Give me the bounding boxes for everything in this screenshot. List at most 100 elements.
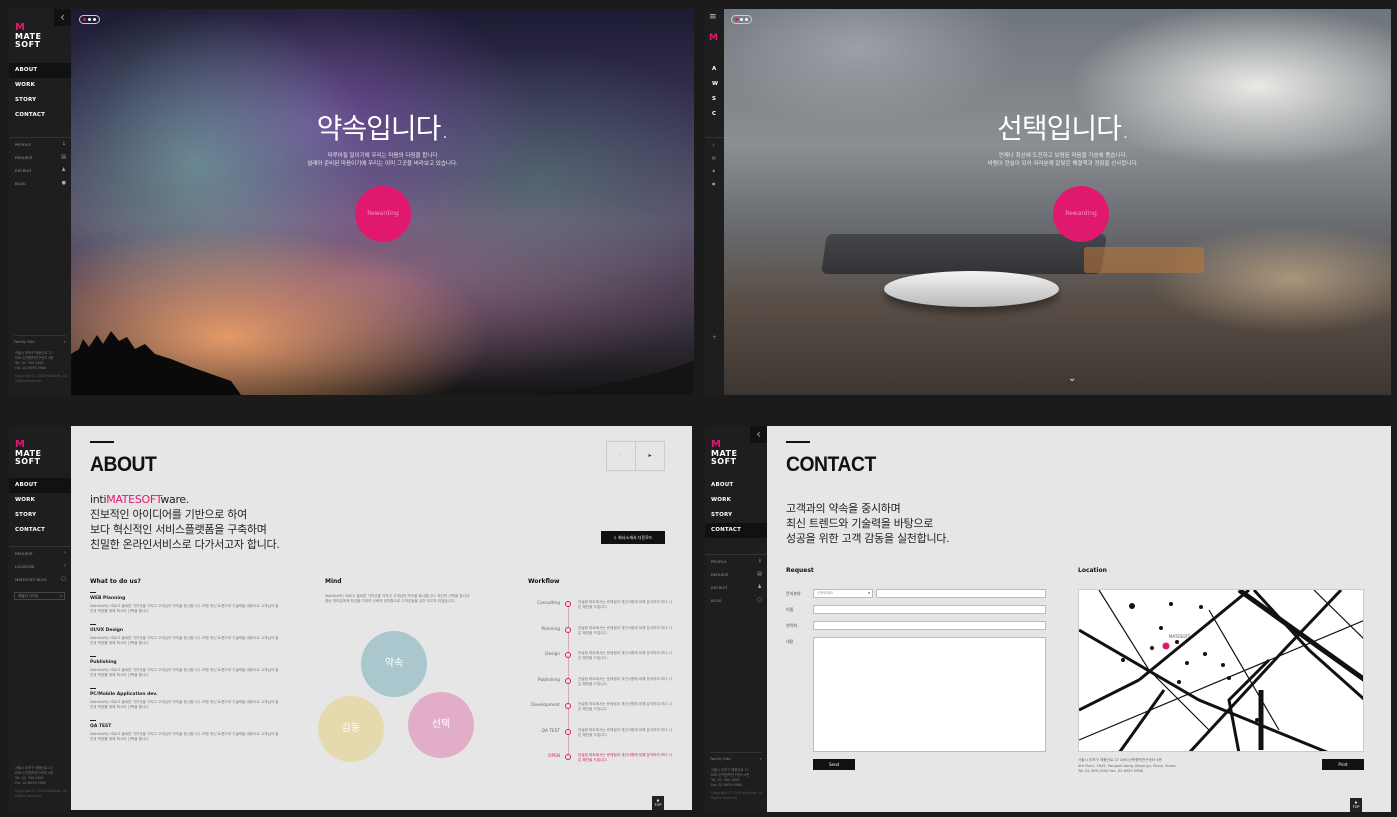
rewarding-button[interactable]: Rewarding [355, 186, 411, 242]
service-item-title: Publishing [90, 656, 280, 665]
pager: ‹ ▸ [606, 441, 665, 471]
subnav-recruit[interactable]: RECRUIT ♟ [705, 581, 767, 594]
person-icon: ♟ [61, 167, 66, 173]
workflow-step-label: QA TEST [541, 728, 560, 734]
logo[interactable]: M MATE SOFT [15, 23, 51, 49]
sidebar-toggle-button[interactable]: ‹ [750, 426, 767, 443]
subnav-request[interactable]: REQUEST › [9, 547, 71, 560]
send-button[interactable]: Send [813, 759, 855, 770]
plus-icon[interactable]: + [712, 334, 717, 341]
workflow-step-desc: 컨설팅 파트에서는 문제점과 개선사항에 대해 분석하여 보다 나은 해안을 드… [578, 753, 672, 762]
nav-contact[interactable]: CONTACT [9, 108, 71, 123]
top-button[interactable]: ▲ TOP [652, 796, 664, 810]
subnav-request[interactable]: REQUEST ▤ [705, 568, 767, 581]
family-site-select[interactable]: 패밀리 사이트 ▾ [14, 592, 65, 600]
panel-hero-choice: ≡ M A W S C ↓ ▤ ♟ ● + 선택입니다. 언제나 최선에 도전하… [705, 9, 1391, 395]
nav-contact[interactable]: CONTACT [705, 523, 767, 538]
nav-work[interactable]: WORK [705, 493, 767, 508]
subnav-blog[interactable]: MATESOFT BLOG ▢ [9, 573, 71, 586]
workflow-step: Consulting 컨설팅 파트에서는 문제점과 개선사항에 대해 분석하여 보… [528, 600, 678, 625]
subnav-location[interactable]: LOCATION › [9, 560, 71, 573]
globe-icon[interactable]: ● [705, 177, 724, 190]
hero-subtitle-2: 설레어 준비된 마음이기에 우리는 이미 그곳을 바라보고 있습니다. [307, 161, 458, 167]
next-button[interactable]: ▸ [635, 442, 664, 470]
person-icon[interactable]: ♟ [705, 164, 724, 177]
nav-work[interactable]: WORK [9, 493, 71, 508]
person-icon: ♟ [757, 584, 762, 590]
service-item: WEB Planning MateSoft는 바르고 올바른 가치관을 가지고 고… [90, 592, 280, 614]
nav-contact[interactable]: C [705, 107, 724, 122]
request-title: Request [786, 567, 814, 574]
subnav-blog[interactable]: BLOG ● [9, 177, 71, 190]
service-item: Publishing MateSoft는 바르고 올바른 가치관을 가지고 고객님… [90, 656, 280, 678]
hero-subtitle-2: 바램이 현실이 되어 여러분께 알맞은 해결책과 경험을 선사합니다. [987, 161, 1139, 167]
family-site[interactable]: Family Site + [710, 752, 762, 761]
what-title: What to do us? [90, 578, 141, 585]
chevron-down-icon: ▾ [60, 594, 62, 598]
nav-story[interactable]: STORY [9, 508, 71, 523]
workflow-step: Development 컨설팅 파트에서는 문제점과 개선사항에 대해 분석하여 … [528, 702, 678, 727]
map-drawing: MATESOFT [1079, 590, 1363, 751]
workflow-step-desc: 컨설팅 파트에서는 문제점과 개선사항에 대해 분석하여 보다 나은 해안을 드… [578, 727, 672, 737]
nav-about[interactable]: A [705, 62, 724, 77]
service-item-title: UI/UX Design [90, 624, 280, 633]
workflow-step: Design 컨설팅 파트에서는 문제점과 개선사항에 대해 분석하여 보다 나은… [528, 651, 678, 676]
category-detail-input[interactable] [876, 589, 1046, 598]
subnav-blog[interactable]: BLOG ▢ [705, 594, 767, 607]
rewarding-button[interactable]: Rewarding [1053, 186, 1109, 242]
name-input[interactable] [813, 605, 1046, 614]
subnav-recruit[interactable]: RECRUIT ♟ [9, 164, 71, 177]
category-select[interactable]: 선택하세요 ▾ [813, 589, 873, 598]
service-item-title: QA TEST [90, 720, 280, 729]
nav-story[interactable]: S [705, 92, 724, 107]
subnav-request[interactable]: REQUEST ▤ [9, 151, 71, 164]
document-icon: ▤ [757, 571, 762, 577]
nav-contact[interactable]: CONTACT [9, 523, 71, 538]
top-button[interactable]: ▲ TOP [1350, 798, 1362, 812]
phone-input[interactable] [813, 621, 1046, 630]
subnav-profile[interactable]: PROFILE ↓ [705, 555, 767, 568]
venn-promise: 약속 [361, 631, 427, 697]
nav-about[interactable]: ABOUT [9, 63, 71, 78]
main-nav: ABOUT WORK STORY CONTACT [705, 478, 767, 538]
workflow-dot [565, 703, 571, 709]
message-textarea[interactable] [813, 637, 1046, 752]
nav-about[interactable]: ABOUT [705, 478, 767, 493]
workflow-step: Publishing 컨설팅 파트에서는 문제점과 개선사항에 대해 분석하여 보… [528, 676, 678, 702]
panel-hero-promise: M MATE SOFT ABOUT WORK STORY CONTACT PRO… [9, 9, 694, 395]
download-profile-button[interactable]: ⇩ 회사소개서 다운로드 [601, 531, 665, 544]
document-icon[interactable]: ▤ [705, 151, 724, 164]
venn-impression: 감동 [318, 696, 384, 762]
about-content: ABOUT intiMATESOFTware. 진보적인 아이디어를 기반으로 … [71, 426, 692, 810]
workflow-title: Workflow [528, 578, 560, 585]
subnav-profile[interactable]: PROFILE ↓ [9, 138, 71, 151]
nav-about[interactable]: ABOUT [9, 478, 71, 493]
logo[interactable]: M MATE SOFT [711, 440, 747, 466]
print-button[interactable]: Print [1322, 759, 1364, 770]
main-nav: ABOUT WORK STORY CONTACT [9, 478, 71, 538]
location-map[interactable]: MATESOFT [1078, 589, 1364, 752]
service-item-title: WEB Planning [90, 592, 280, 601]
nav-work[interactable]: W [705, 77, 724, 92]
logo[interactable]: M MATE SOFT [15, 440, 51, 466]
nav-work[interactable]: WORK [9, 78, 71, 93]
nav-story[interactable]: STORY [705, 508, 767, 523]
prev-button[interactable]: ‹ [607, 442, 635, 470]
nav-story[interactable]: STORY [9, 93, 71, 108]
page-title: CONTACT [786, 453, 876, 476]
workflow-step-desc: 컨설팅 파트에서는 문제점과 개선사항에 대해 분석하여 보다 나은 해안을 드… [578, 676, 672, 686]
download-icon[interactable]: ↓ [705, 138, 724, 151]
scroll-down-icon[interactable]: ⌄ [1068, 373, 1076, 384]
chevron-down-icon: ▾ [868, 591, 870, 595]
workflow-step-desc: 컨설팅 파트에서는 문제점과 개선사항에 대해 분석하여 보다 나은 해안을 드… [578, 600, 672, 609]
sidebar-toggle-button[interactable]: ‹ [54, 9, 71, 26]
workflow-step-desc: 컨설팅 파트에서는 문제점과 개선사항에 대해 분석하여 보다 나은 해안을 드… [578, 651, 672, 660]
hero-subtitle-1: 언제나 최선에 도전하고 보람된 마음을 가슴에 품습니다. [998, 153, 1128, 159]
family-site[interactable]: Family Site + [14, 335, 66, 344]
workflow-dot [565, 601, 571, 607]
workflow-step-desc: 컨설팅 파트에서는 문제점과 개선사항에 대해 분석하여 보다 나은 해안을 드… [578, 702, 672, 711]
workflow-dot [565, 677, 571, 684]
logo-small[interactable]: M [709, 33, 718, 43]
workflow-step-label: Design [545, 652, 560, 657]
menu-icon[interactable]: ≡ [709, 13, 719, 22]
